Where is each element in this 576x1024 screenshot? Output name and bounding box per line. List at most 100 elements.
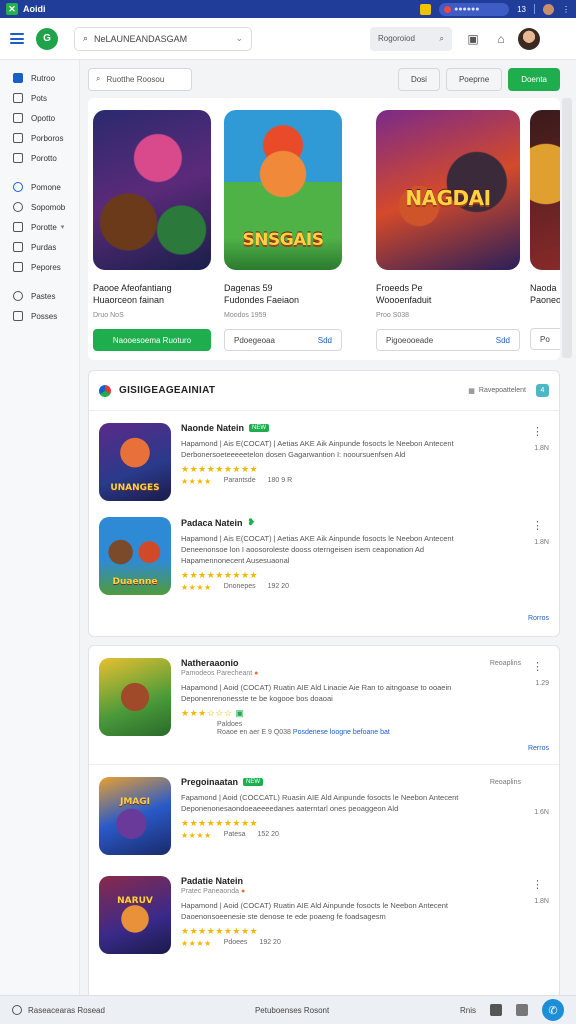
- sidebar-item-5[interactable]: Porotto: [0, 148, 79, 168]
- bottom-right-label[interactable]: Rnis: [460, 1006, 476, 1015]
- sidebar-item-9[interactable]: Purdas: [0, 237, 79, 257]
- bottom-mid-label[interactable]: Petuboenses Rosont: [255, 1006, 329, 1015]
- detail-link[interactable]: Posdenese loogne befoane bat: [293, 729, 390, 736]
- featured-card[interactable]: SNSGAIS Dagenas 59 Fudondes Faeiaon Moodo…: [224, 110, 342, 351]
- rating-stars: ★★★☆☆☆ ▣: [181, 708, 245, 718]
- share-icon: [13, 182, 23, 192]
- game-thumbnail[interactable]: [93, 110, 211, 270]
- more-options-icon[interactable]: ⋮: [532, 660, 543, 673]
- screen-icon[interactable]: ▣: [466, 32, 480, 46]
- search-input[interactable]: ⌕ NeLAUNEANDASGAM ⌄: [74, 26, 252, 51]
- chevron-down-icon[interactable]: ▾: [61, 223, 65, 231]
- sidebar-item-1[interactable]: Rutroo: [0, 68, 79, 88]
- list-item-sub: Pratec Paneaonda ●: [181, 888, 246, 895]
- featured-title: Paooe Afeofantiang Huaorceon fainan: [93, 283, 172, 305]
- game-thumbnail[interactable]: [530, 110, 560, 270]
- secondary-search-input[interactable]: Rogoroiod ⌕: [370, 26, 452, 51]
- file-size: 1.8N: [534, 445, 549, 452]
- menu-dots-icon[interactable]: ⋮: [562, 5, 570, 14]
- brand-logo-icon[interactable]: G: [36, 27, 58, 50]
- list-item[interactable]: JMAGI Pregoinaatan NEW Fapamond | Aoid (C…: [89, 764, 559, 864]
- list-item-desc: Hapamond | Aoid (COCAT) Ruatin AIE Ald A…: [181, 901, 448, 921]
- featured-action-button[interactable]: Naooesoema Ruoturo: [93, 329, 211, 351]
- sort-icon: ▦: [468, 387, 475, 395]
- filter-button-primary[interactable]: Doenta: [508, 67, 560, 91]
- sidebar-item-7[interactable]: Sopomob: [0, 197, 79, 217]
- section-header: GISIIGEAGEAINIAT ▦ Ravepoattelent 4: [89, 371, 559, 411]
- featured-title: Froeeds Pe Woooenfaduit: [376, 283, 432, 305]
- record-icon: [444, 5, 452, 13]
- featured-title: Naoda Paoneo: [530, 283, 560, 305]
- file-size: 1.29: [535, 680, 549, 687]
- sidebar-item-2[interactable]: Pots: [0, 88, 79, 108]
- file-size: 1.8N: [534, 898, 549, 905]
- notification-icon[interactable]: [420, 3, 432, 15]
- main-content: ⌕ Ruotthe Roosou Dosi Poeprne Doenta Pao…: [88, 60, 560, 1024]
- chevron-down-icon[interactable]: ⌄: [235, 33, 243, 44]
- game-thumbnail[interactable]: JMAGI: [99, 777, 171, 855]
- window-icon[interactable]: [490, 1004, 502, 1016]
- sort-dropdown[interactable]: ▦ Ravepoattelent: [468, 387, 526, 395]
- featured-card[interactable]: Paooe Afeofantiang Huaorceon fainan Druo …: [93, 110, 211, 351]
- list-item-desc: Fapamond | Aoid (COCCATL) Ruasin AIE Ald…: [181, 793, 459, 813]
- game-thumbnail[interactable]: NAGDAI: [376, 110, 520, 270]
- scrollbar[interactable]: [562, 98, 572, 358]
- game-thumbnail[interactable]: NARUV: [99, 876, 171, 954]
- featured-action-button[interactable]: Pigoeooeade Sdd: [376, 329, 520, 351]
- sidebar: Rutroo Pots Opotto Porboros Porotto Pomo…: [0, 60, 80, 995]
- sidebar-item-3[interactable]: Opotto: [0, 108, 79, 128]
- user-avatar-small[interactable]: [543, 3, 554, 15]
- list-item-title: Naonde Natein NEW: [181, 423, 511, 433]
- clock-icon: [13, 202, 23, 212]
- status-pill[interactable]: ●●●●●●: [439, 2, 510, 16]
- list-item[interactable]: NARUV Padatie Natein Pratec Paneaonda ● …: [89, 864, 559, 964]
- bottom-left-label[interactable]: Raseacearas Rosead: [28, 1006, 105, 1015]
- filter-search-input[interactable]: ⌕ Ruotthe Roosou: [88, 67, 192, 91]
- more-link[interactable]: Rorros: [528, 615, 549, 622]
- featured-card[interactable]: Naoda Paoneo Po: [530, 110, 560, 350]
- secondary-search-placeholder: Rogoroiod: [378, 34, 415, 43]
- list-item[interactable]: Natheraaonio Pamodeos Parecheant ● Hapam…: [89, 646, 559, 764]
- list-item[interactable]: UNANGES Naonde Natein NEW Hapamond | Ais …: [89, 411, 559, 505]
- more-options-icon[interactable]: ⋮: [532, 425, 543, 438]
- box-icon: [13, 242, 23, 252]
- folder-icon: [13, 222, 23, 232]
- section-panel: GISIIGEAGEAINIAT ▦ Ravepoattelent 4 UNANG…: [88, 370, 560, 637]
- sidebar-item-11[interactable]: Pastes: [0, 286, 79, 306]
- person-icon[interactable]: [12, 1005, 22, 1015]
- sidebar-item-12[interactable]: Posses: [0, 306, 79, 326]
- featured-action-button[interactable]: Pdoegeoaa Sdd: [224, 329, 342, 351]
- game-thumbnail[interactable]: Duaenne: [99, 517, 171, 595]
- more-options-icon[interactable]: ⋮: [532, 519, 543, 532]
- featured-card[interactable]: NAGDAI Froeeds Pe Woooenfaduit Proo S038 …: [376, 110, 520, 351]
- filter-button-1[interactable]: Dosi: [397, 67, 440, 91]
- list-item-title: Natheraaonio: [181, 658, 239, 668]
- search-icon: ⌕: [439, 33, 444, 43]
- game-thumbnail[interactable]: SNSGAIS: [224, 110, 342, 270]
- bell-icon[interactable]: ⌂: [494, 32, 508, 46]
- game-thumbnail[interactable]: [99, 658, 171, 736]
- sidebar-item-10[interactable]: Pepores: [0, 257, 79, 277]
- more-link[interactable]: Rerros: [528, 745, 549, 752]
- category-tag: Reoaplins: [489, 660, 521, 667]
- game-thumbnail[interactable]: UNANGES: [99, 423, 171, 501]
- more-options-icon[interactable]: ⋮: [532, 878, 543, 891]
- menu-icon[interactable]: [10, 33, 24, 44]
- status-bar: ✕ Aoidi ●●●●●● 13 ⋮: [0, 0, 576, 18]
- sidebar-item-8[interactable]: Porotte ▾: [0, 217, 79, 237]
- featured-carousel: Paooe Afeofantiang Huaorceon fainan Druo …: [88, 98, 560, 360]
- chat-fab-icon[interactable]: ✆: [542, 999, 564, 1021]
- new-badge: NEW: [249, 424, 270, 432]
- grid-icon[interactable]: [516, 1004, 528, 1016]
- search-icon: ⌕: [96, 74, 101, 83]
- count-badge[interactable]: 4: [536, 384, 549, 397]
- filter-button-2[interactable]: Poeprne: [445, 67, 503, 91]
- sidebar-item-6[interactable]: Pomone: [0, 177, 79, 197]
- featured-sub: Moodos 1959: [224, 312, 267, 319]
- pen-icon: [13, 262, 23, 272]
- list-item-meta: ★★★★ Dnonepes 192 20: [181, 583, 290, 592]
- list-item[interactable]: Duaenne Padaca Natein ❥ Hapamond | Ais E(…: [89, 505, 559, 599]
- featured-action-button[interactable]: Po: [530, 328, 560, 350]
- avatar[interactable]: [518, 27, 540, 50]
- sidebar-item-4[interactable]: Porboros: [0, 128, 79, 148]
